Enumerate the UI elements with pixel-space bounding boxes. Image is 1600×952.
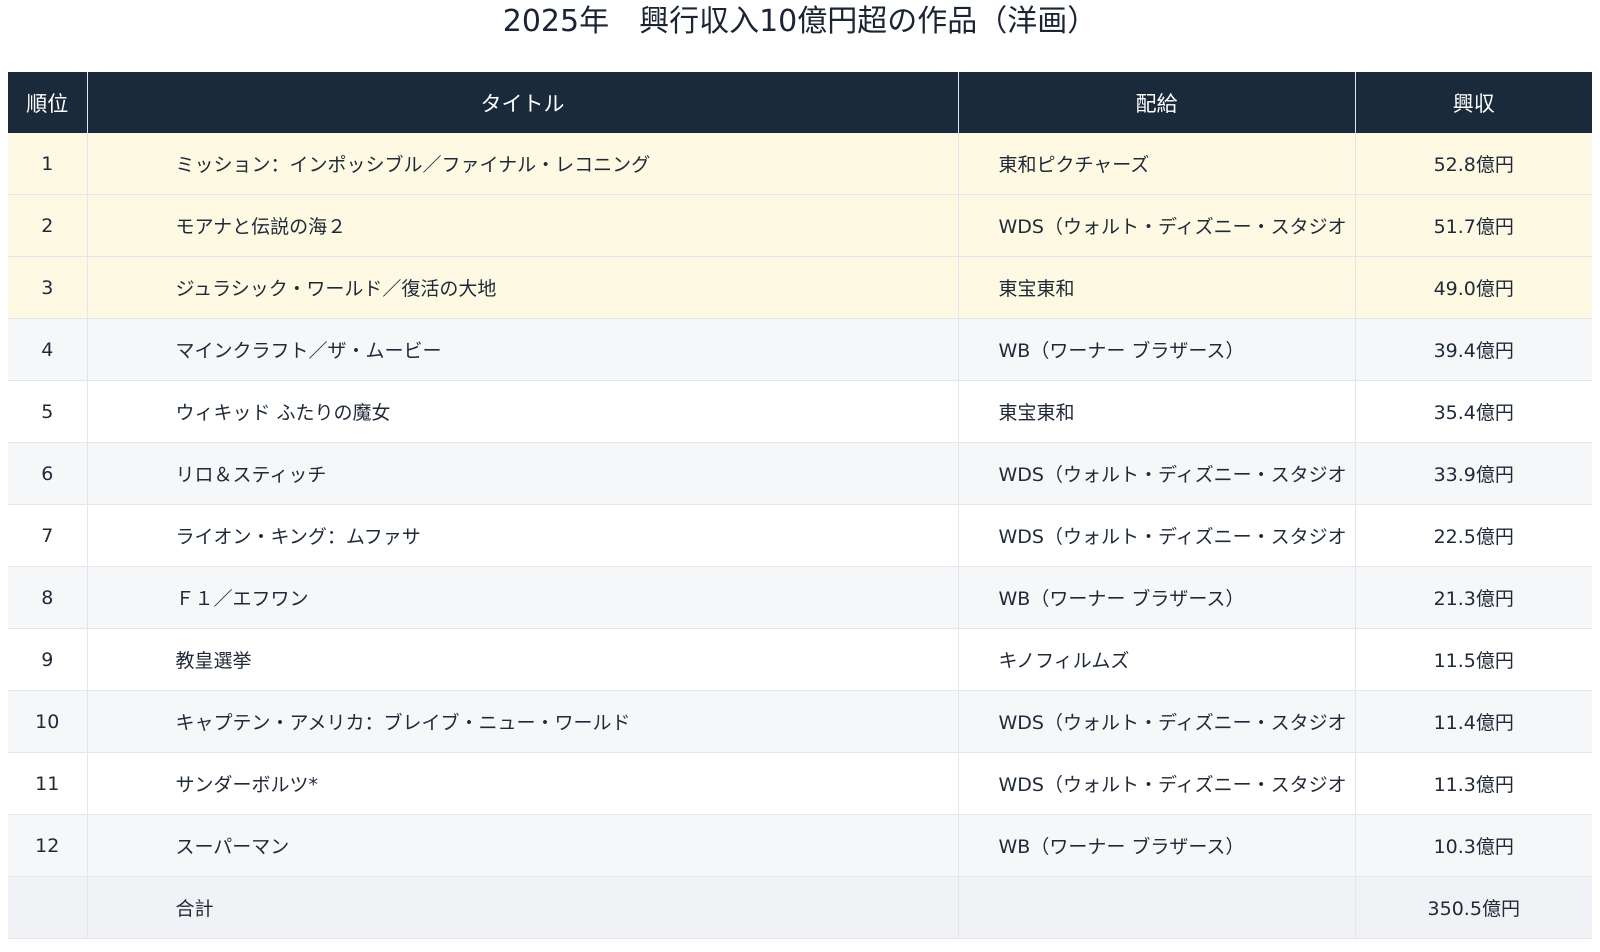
table-row: 6 リロ＆スティッチ WDS（ウォルト・ディズニー・スタジオ 33.9億円	[8, 442, 1592, 505]
cell-distributor: 東宝東和	[958, 380, 1356, 443]
table-row: 1 ミッション：インポッシブル／ファイナル・レコニング 東和ピクチャーズ 52.…	[8, 133, 1592, 195]
cell-rank: 5	[8, 380, 88, 443]
cell-title: モアナと伝説の海２	[87, 194, 959, 257]
cell-revenue: 49.0億円	[1355, 256, 1592, 319]
table-row: 10 キャプテン・アメリカ：ブレイブ・ニュー・ワールド WDS（ウォルト・ディズ…	[8, 690, 1592, 753]
cell-rank: 11	[8, 752, 88, 815]
header-rank[interactable]: 順位	[8, 72, 88, 133]
box-office-table-container: 順位 タイトル 配給 興収 1 ミッション：インポッシブル／ファイナル・レコニン…	[8, 72, 1592, 939]
cell-rank: 3	[8, 256, 88, 319]
cell-rank: 2	[8, 194, 88, 257]
header-title[interactable]: タイトル	[87, 72, 959, 133]
total-distributor-cell	[958, 876, 1356, 939]
cell-title: 教皇選挙	[87, 628, 959, 691]
cell-title: ウィキッド ふたりの魔女	[87, 380, 959, 443]
cell-revenue: 39.4億円	[1355, 318, 1592, 381]
cell-revenue: 10.3億円	[1355, 814, 1592, 877]
cell-distributor: WDS（ウォルト・ディズニー・スタジオ	[958, 752, 1356, 815]
cell-title: サンダーボルツ*	[87, 752, 959, 815]
cell-title: ミッション：インポッシブル／ファイナル・レコニング	[87, 133, 959, 195]
cell-distributor: WB（ワーナー ブラザース）	[958, 566, 1356, 629]
total-revenue: 350.5億円	[1355, 876, 1592, 939]
cell-distributor: WB（ワーナー ブラザース）	[958, 318, 1356, 381]
table-header-row: 順位 タイトル 配給 興収	[8, 72, 1592, 133]
cell-rank: 12	[8, 814, 88, 877]
cell-revenue: 35.4億円	[1355, 380, 1592, 443]
cell-distributor: WDS（ウォルト・ディズニー・スタジオ	[958, 504, 1356, 567]
cell-title: スーパーマン	[87, 814, 959, 877]
cell-rank: 9	[8, 628, 88, 691]
total-rank-cell	[8, 876, 88, 939]
table-row: 3 ジュラシック・ワールド／復活の大地 東宝東和 49.0億円	[8, 256, 1592, 319]
total-label: 合計	[87, 876, 959, 939]
cell-distributor: 東和ピクチャーズ	[958, 133, 1356, 195]
cell-rank: 7	[8, 504, 88, 567]
cell-revenue: 11.5億円	[1355, 628, 1592, 691]
cell-title: ライオン・キング：ムファサ	[87, 504, 959, 567]
cell-distributor: WB（ワーナー ブラザース）	[958, 814, 1356, 877]
table-row: 5 ウィキッド ふたりの魔女 東宝東和 35.4億円	[8, 380, 1592, 443]
cell-revenue: 52.8億円	[1355, 133, 1592, 195]
cell-title: ジュラシック・ワールド／復活の大地	[87, 256, 959, 319]
cell-rank: 4	[8, 318, 88, 381]
table-row: 4 マインクラフト／ザ・ムービー WB（ワーナー ブラザース） 39.4億円	[8, 318, 1592, 381]
table-total-row: 合計 350.5億円	[8, 876, 1592, 939]
cell-title: キャプテン・アメリカ：ブレイブ・ニュー・ワールド	[87, 690, 959, 753]
cell-rank: 6	[8, 442, 88, 505]
table-row: 8 Ｆ１／エフワン WB（ワーナー ブラザース） 21.3億円	[8, 566, 1592, 629]
cell-revenue: 11.4億円	[1355, 690, 1592, 753]
cell-title: マインクラフト／ザ・ムービー	[87, 318, 959, 381]
cell-rank: 8	[8, 566, 88, 629]
box-office-table: 順位 タイトル 配給 興収 1 ミッション：インポッシブル／ファイナル・レコニン…	[8, 72, 1592, 939]
cell-revenue: 51.7億円	[1355, 194, 1592, 257]
header-revenue[interactable]: 興収	[1355, 72, 1592, 133]
table-row: 2 モアナと伝説の海２ WDS（ウォルト・ディズニー・スタジオ 51.7億円	[8, 194, 1592, 257]
cell-revenue: 33.9億円	[1355, 442, 1592, 505]
cell-rank: 1	[8, 133, 88, 195]
table-row: 9 教皇選挙 キノフィルムズ 11.5億円	[8, 628, 1592, 691]
page-title: 2025年 興行収入10億円超の作品（洋画）	[502, 4, 1098, 39]
cell-revenue: 22.5億円	[1355, 504, 1592, 567]
header-distributor[interactable]: 配給	[958, 72, 1356, 133]
cell-title: リロ＆スティッチ	[87, 442, 959, 505]
cell-distributor: キノフィルムズ	[958, 628, 1356, 691]
cell-distributor: WDS（ウォルト・ディズニー・スタジオ	[958, 194, 1356, 257]
table-row: 11 サンダーボルツ* WDS（ウォルト・ディズニー・スタジオ 11.3億円	[8, 752, 1592, 815]
cell-distributor: WDS（ウォルト・ディズニー・スタジオ	[958, 442, 1356, 505]
cell-distributor: 東宝東和	[958, 256, 1356, 319]
cell-title: Ｆ１／エフワン	[87, 566, 959, 629]
cell-revenue: 11.3億円	[1355, 752, 1592, 815]
table-row: 7 ライオン・キング：ムファサ WDS（ウォルト・ディズニー・スタジオ 22.5…	[8, 504, 1592, 567]
table-row: 12 スーパーマン WB（ワーナー ブラザース） 10.3億円	[8, 814, 1592, 877]
cell-distributor: WDS（ウォルト・ディズニー・スタジオ	[958, 690, 1356, 753]
cell-rank: 10	[8, 690, 88, 753]
cell-revenue: 21.3億円	[1355, 566, 1592, 629]
